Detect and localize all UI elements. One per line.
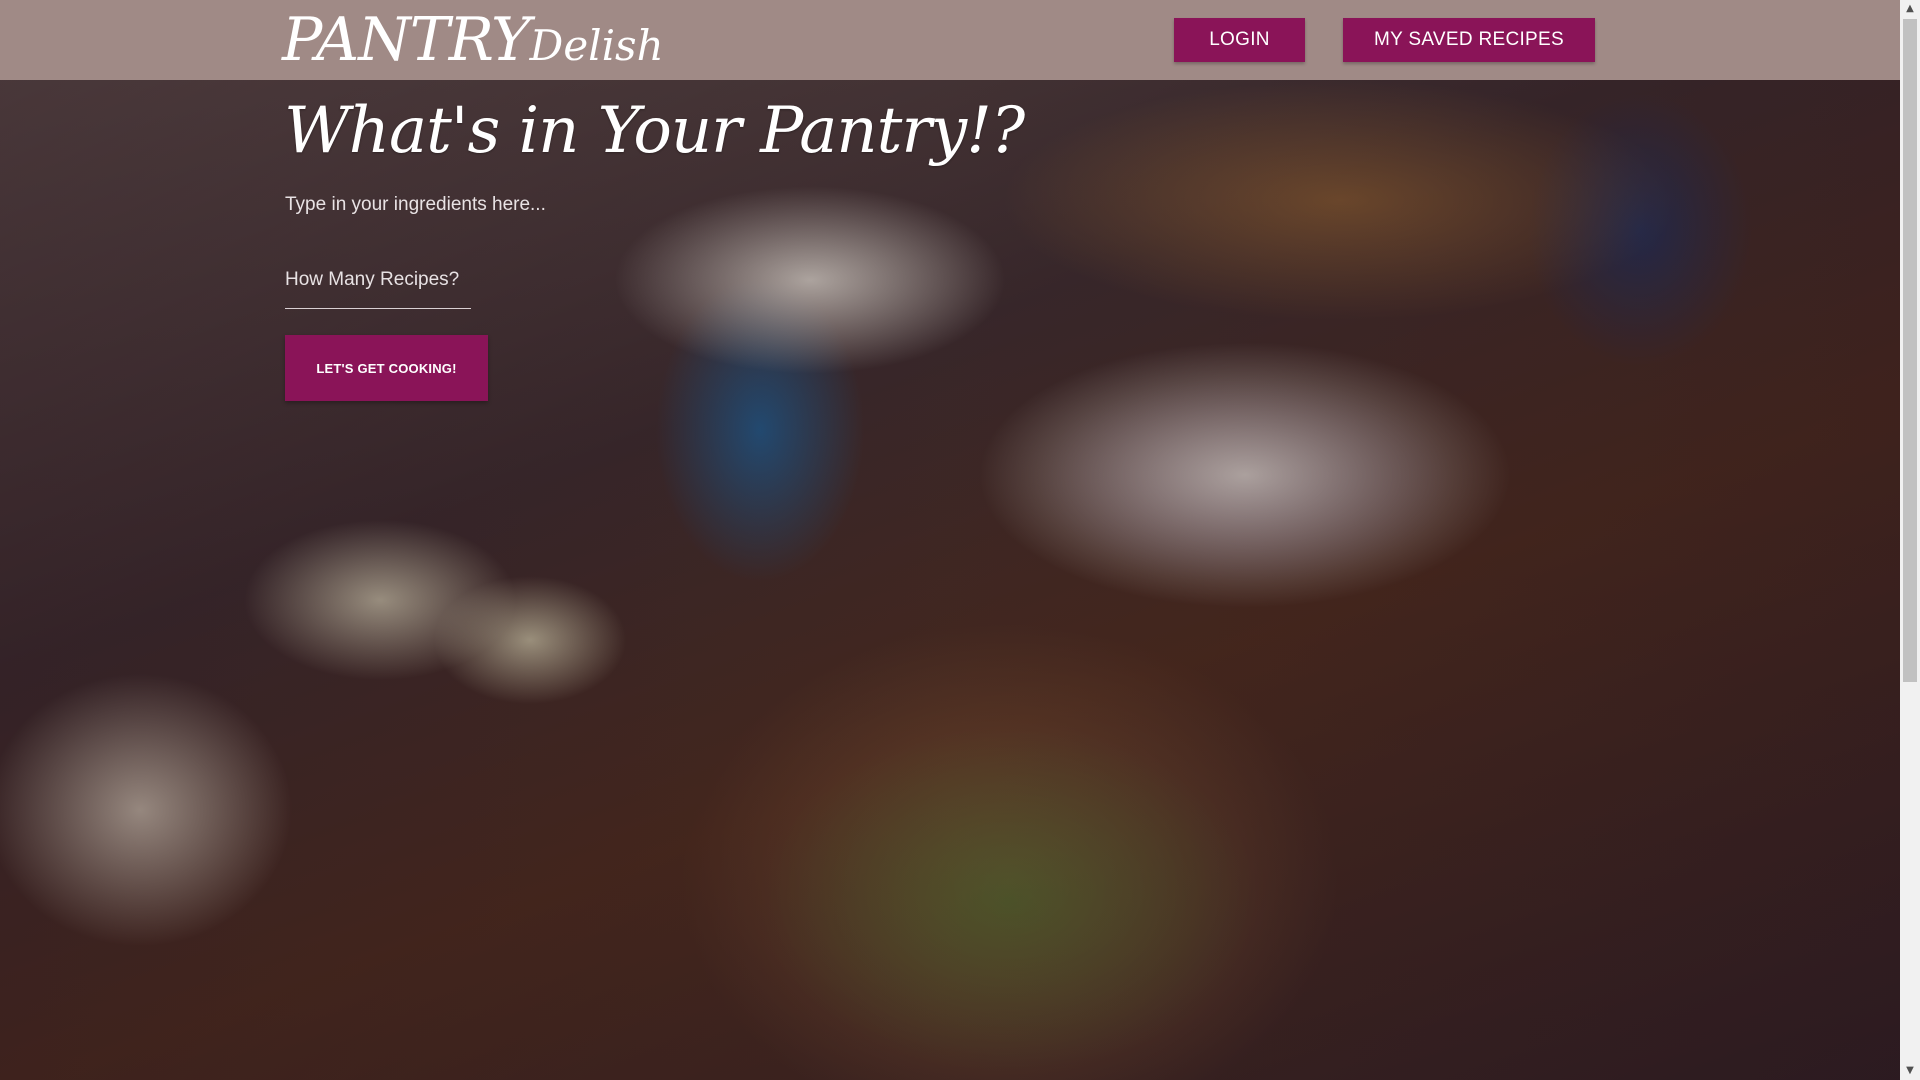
scrollbar-thumb[interactable] [1903,19,1917,682]
hero-background-image [0,80,1900,1080]
recipe-count-underline [285,308,471,309]
logo-secondary-text: Delish [529,21,664,70]
get-cooking-button[interactable]: LET'S GET COOKING! [285,335,488,401]
saved-recipes-button[interactable]: MY SAVED RECIPES [1343,18,1595,62]
page-scrollbar[interactable]: ▲ ▼ [1900,0,1920,1080]
ingredients-input[interactable] [285,193,705,217]
site-header: PANTRYDelish LOGIN MY SAVED RECIPES [0,0,1900,80]
scroll-down-arrow-icon[interactable]: ▼ [1900,1062,1920,1080]
recipe-count-input[interactable] [285,268,471,292]
site-logo[interactable]: PANTRYDelish [282,2,664,78]
hero-overlay [0,80,1900,1080]
login-button[interactable]: LOGIN [1174,18,1305,62]
logo-main-text: PANTRY [282,5,531,75]
page-title: What's in Your Pantry!? [284,94,1025,168]
scroll-up-arrow-icon[interactable]: ▲ [1900,0,1920,18]
